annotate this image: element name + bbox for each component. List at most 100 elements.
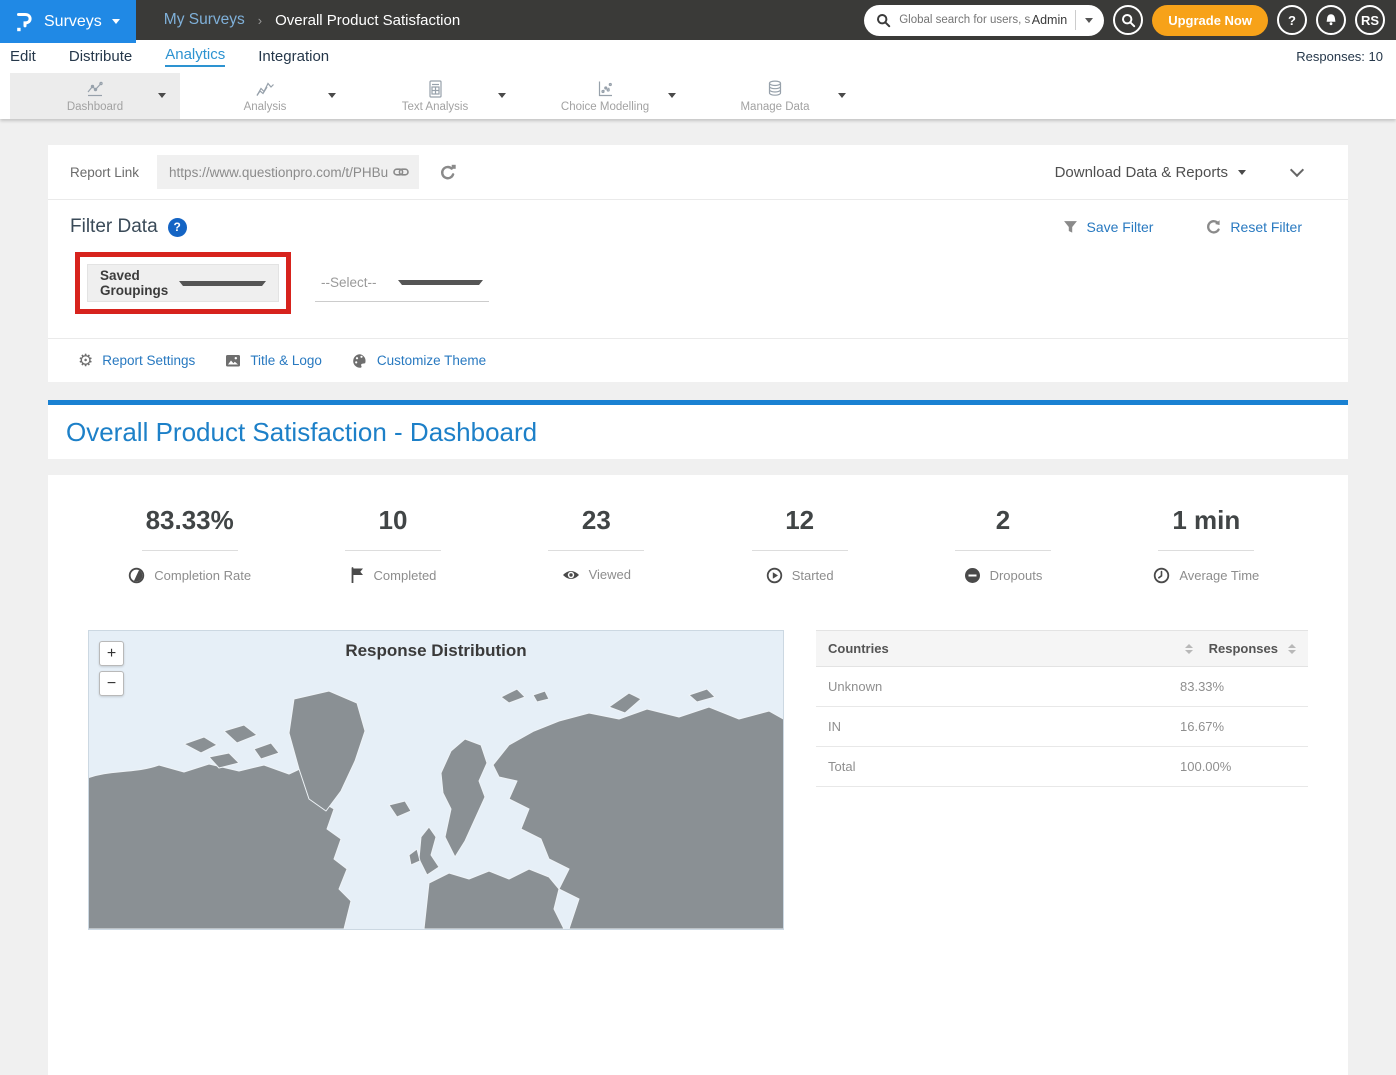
divider (548, 550, 644, 551)
tab-text-analysis[interactable]: Text Analysis (350, 73, 520, 119)
help-button[interactable]: ? (1277, 5, 1307, 35)
clock-icon (1153, 567, 1170, 584)
report-link-row: Report Link https://www.questionpro.com/… (48, 145, 1348, 200)
world-map[interactable] (89, 669, 783, 929)
map-zoom-out-button[interactable]: − (99, 671, 124, 696)
divider (1075, 10, 1076, 30)
regenerate-link-button[interactable] (439, 164, 457, 181)
stat-completion-rate: 83.33% Completion Rate (88, 505, 291, 584)
report-settings-links: ⚙ Report Settings Title & Logo Customize… (48, 338, 1348, 382)
chevron-down-icon[interactable] (158, 93, 166, 98)
tab-label: Manage Data (740, 101, 809, 113)
customize-theme-link[interactable]: Customize Theme (352, 353, 486, 369)
report-settings-link[interactable]: ⚙ Report Settings (78, 352, 195, 369)
title-logo-label: Title & Logo (250, 353, 322, 368)
title-logo-link[interactable]: Title & Logo (225, 353, 322, 368)
page-content: Report Link https://www.questionpro.com/… (0, 119, 1396, 1075)
chevron-down-icon[interactable] (838, 93, 846, 98)
chevron-down-icon[interactable] (1085, 18, 1093, 23)
chevron-down-icon (398, 280, 483, 285)
download-label: Download Data & Reports (1055, 164, 1228, 181)
product-switcher-label: Surveys (44, 13, 102, 31)
countries-column-header[interactable]: Countries (828, 641, 1185, 656)
tab-analytics[interactable]: Analytics (165, 46, 225, 67)
map-zoom-in-button[interactable]: + (99, 641, 124, 666)
eye-icon (562, 568, 580, 582)
viz-row: + − Response Distribution (88, 630, 1308, 930)
tab-label: Text Analysis (402, 101, 468, 113)
tab-edit[interactable]: Edit (10, 48, 36, 65)
search-button[interactable] (1113, 5, 1143, 35)
dashboard-card: 83.33% Completion Rate 10 (48, 475, 1348, 1075)
report-settings-label: Report Settings (102, 353, 195, 368)
reset-filter-button[interactable]: Reset Filter (1205, 219, 1302, 235)
stat-value: 2 (901, 505, 1104, 536)
tab-integration[interactable]: Integration (258, 48, 329, 65)
link-icon[interactable] (393, 164, 409, 180)
responses-column-header[interactable]: Responses (1209, 641, 1278, 656)
global-search[interactable]: Admin (864, 5, 1104, 36)
sort-icon[interactable] (1288, 644, 1296, 654)
trend-chart-icon (254, 79, 276, 99)
save-filter-label: Save Filter (1087, 219, 1154, 235)
stat-value: 83.33% (88, 505, 291, 536)
save-filter-button[interactable]: Save Filter (1063, 219, 1154, 235)
stat-value: 23 (495, 505, 698, 536)
global-search-input[interactable] (897, 13, 1032, 27)
stat-completed: 10 Completed (291, 505, 494, 584)
breadcrumb-separator: › (258, 13, 262, 28)
segment-select-dropdown[interactable]: --Select-- (315, 264, 489, 302)
filter-help-icon[interactable]: ? (168, 218, 187, 237)
tab-label: Choice Modelling (561, 101, 649, 113)
responses-cell: 100.00% (1180, 759, 1296, 774)
notifications-button[interactable] (1316, 5, 1346, 35)
segment-select-value: --Select-- (321, 275, 398, 290)
download-data-reports-menu[interactable]: Download Data & Reports (1055, 164, 1246, 181)
image-icon (225, 353, 241, 368)
tab-distribute[interactable]: Distribute (69, 48, 132, 65)
page-title: Overall Product Satisfaction - Dashboard (66, 417, 537, 448)
breadcrumb-my-surveys[interactable]: My Surveys (164, 11, 245, 29)
refresh-link-icon (439, 164, 457, 181)
search-scope-selector[interactable]: Admin (1032, 13, 1075, 27)
stat-viewed: 23 Viewed (495, 505, 698, 584)
stat-started: 12 Started (698, 505, 901, 584)
reset-icon (1205, 219, 1221, 235)
tab-choice-modelling[interactable]: Choice Modelling (520, 73, 690, 119)
stat-label: Viewed (589, 567, 631, 582)
saved-groupings-value: Saved Groupings (100, 268, 179, 298)
divider (1158, 550, 1254, 551)
avatar[interactable]: RS (1355, 5, 1385, 35)
filter-controls: Saved Groupings --Select-- (75, 252, 1326, 314)
report-link-url: https://www.questionpro.com/t/PHBu (169, 165, 393, 180)
country-cell: Unknown (828, 679, 1180, 694)
divider (752, 550, 848, 551)
filter-actions: Save Filter Reset Filter (1063, 219, 1327, 235)
filter-data-section: Filter Data ? Save Filter Res (48, 200, 1348, 338)
tab-dashboard[interactable]: Dashboard (10, 73, 180, 119)
filter-header: Filter Data ? Save Filter Res (70, 216, 1326, 238)
funnel-icon (1063, 220, 1078, 234)
bell-icon (1323, 12, 1339, 28)
flag-icon (350, 567, 365, 583)
line-chart-icon (84, 79, 106, 99)
tab-manage-data[interactable]: Manage Data (690, 73, 860, 119)
upgrade-now-button[interactable]: Upgrade Now (1152, 5, 1268, 36)
sort-icon[interactable] (1185, 644, 1193, 654)
chevron-down-icon[interactable] (498, 93, 506, 98)
collapse-chevron-icon[interactable] (1290, 162, 1304, 176)
divider (345, 550, 441, 551)
report-settings-card: Report Link https://www.questionpro.com/… (48, 145, 1348, 382)
play-circle-icon (766, 567, 783, 584)
chevron-down-icon[interactable] (328, 93, 336, 98)
gear-icon: ⚙ (78, 352, 93, 369)
search-icon (876, 13, 891, 28)
chevron-down-icon (112, 19, 120, 24)
customize-theme-label: Customize Theme (377, 353, 486, 368)
chevron-down-icon[interactable] (668, 93, 676, 98)
report-link-field[interactable]: https://www.questionpro.com/t/PHBu (157, 155, 419, 189)
product-switcher[interactable]: Surveys (0, 0, 136, 43)
tab-analysis[interactable]: Analysis (180, 73, 350, 119)
table-row: IN 16.67% (816, 707, 1308, 747)
saved-groupings-dropdown[interactable]: Saved Groupings (87, 264, 279, 302)
